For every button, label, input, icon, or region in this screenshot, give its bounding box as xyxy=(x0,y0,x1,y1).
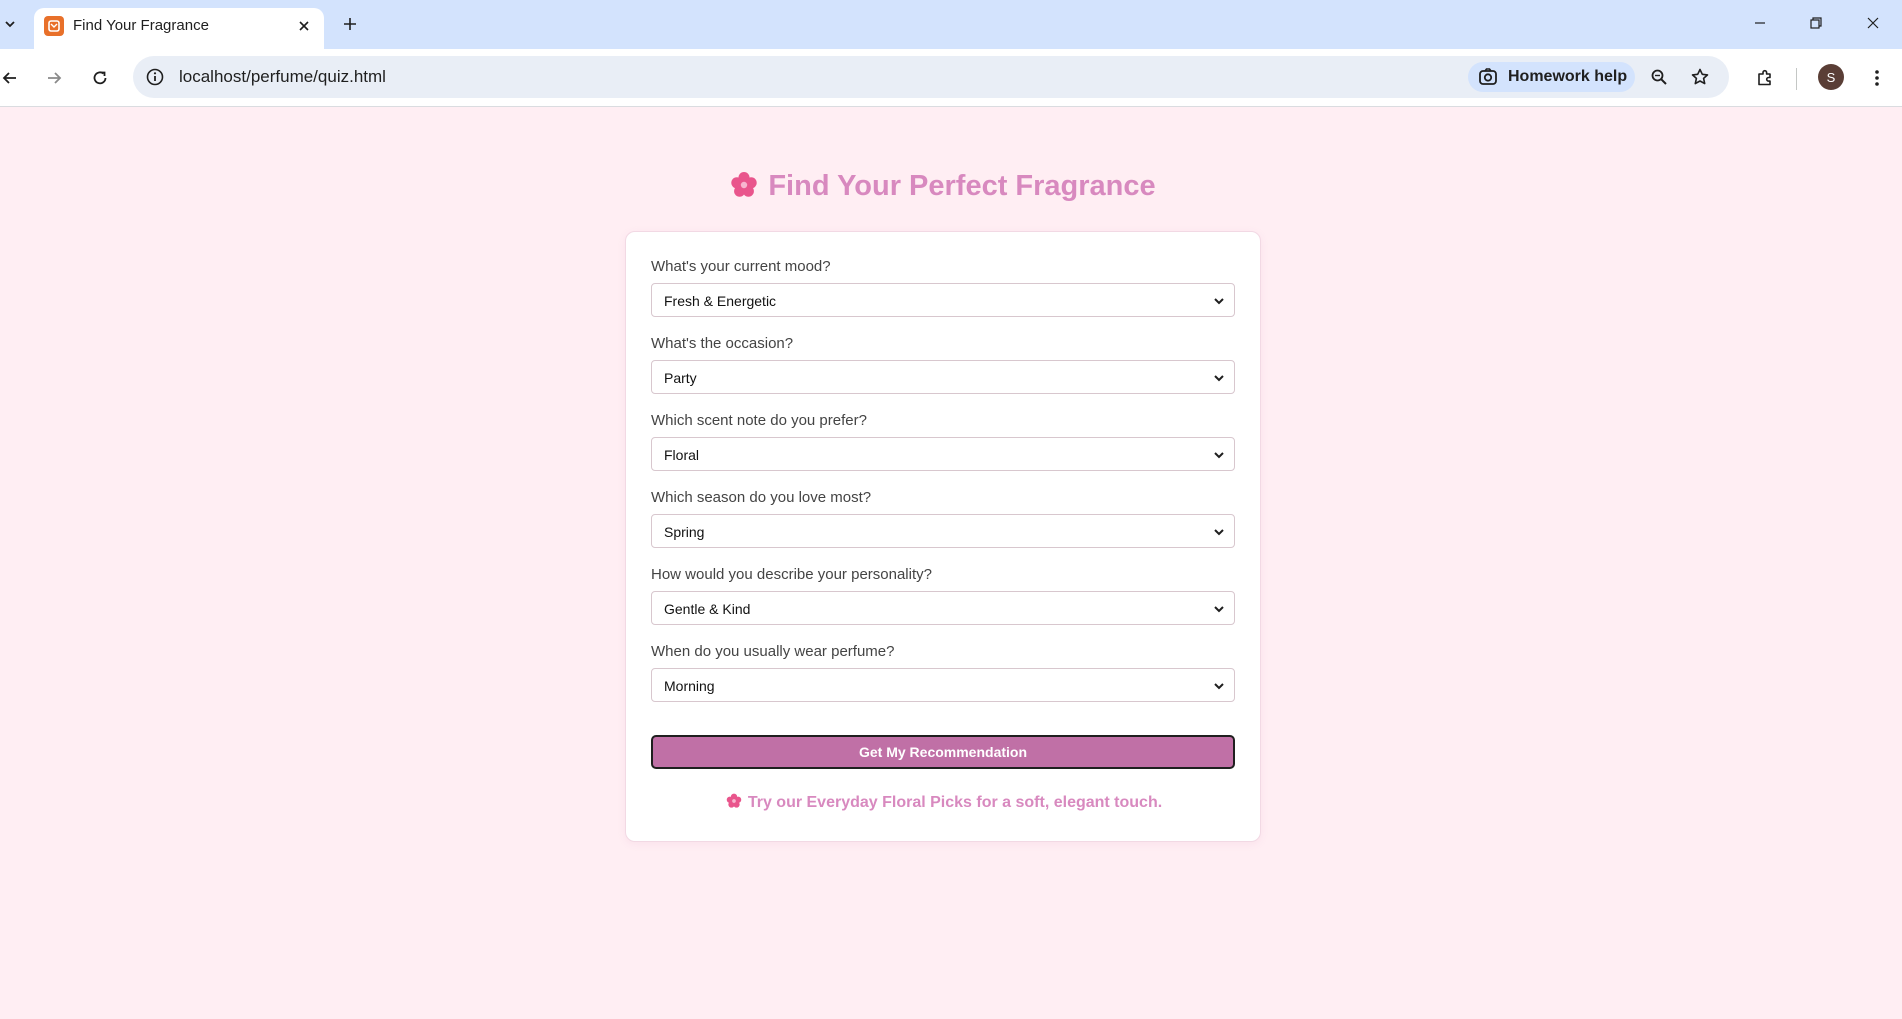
chevron-down-icon xyxy=(1214,606,1224,613)
tab-search-chevron-icon[interactable] xyxy=(0,10,20,38)
question-label-scent-note: Which scent note do you prefer? xyxy=(651,412,867,429)
mood-select[interactable]: Fresh & Energetic xyxy=(651,283,1235,317)
toolbar-divider xyxy=(1796,68,1797,90)
tab-title: Find Your Fragrance xyxy=(73,17,209,34)
favicon-icon xyxy=(44,16,64,36)
new-tab-plus-icon[interactable] xyxy=(338,12,362,36)
chevron-down-icon xyxy=(1214,375,1224,382)
homework-help-button[interactable]: Homework help xyxy=(1468,62,1635,92)
back-arrow-icon[interactable] xyxy=(0,64,24,92)
chevron-down-icon xyxy=(1214,298,1224,305)
url-text[interactable]: localhost/perfume/quiz.html xyxy=(179,67,386,87)
personality-select-value: Gentle & Kind xyxy=(664,601,751,617)
cherry-blossom-icon xyxy=(726,793,742,815)
occasion-select-value: Party xyxy=(664,370,697,386)
season-select-value: Spring xyxy=(664,524,705,540)
restore-icon[interactable] xyxy=(1796,10,1836,36)
chevron-down-icon xyxy=(1214,683,1224,690)
lens-camera-icon xyxy=(1479,68,1497,85)
site-info-icon[interactable] xyxy=(145,67,165,87)
season-select[interactable]: Spring xyxy=(651,514,1235,548)
address-bar[interactable]: localhost/perfume/quiz.html Homework hel… xyxy=(133,56,1729,98)
tab-close-icon[interactable] xyxy=(294,16,314,36)
recommendation-result: Try our Everyday Floral Picks for a soft… xyxy=(626,793,1262,815)
mood-select-value: Fresh & Energetic xyxy=(664,293,777,309)
browser-tab-active[interactable]: Find Your Fragrance xyxy=(34,8,324,49)
question-label-occasion: What's the occasion? xyxy=(651,335,794,352)
question-label-personality: How would you describe your personality? xyxy=(651,566,932,583)
occasion-select[interactable]: Party xyxy=(651,360,1235,394)
forward-arrow-icon[interactable] xyxy=(40,64,68,92)
extensions-puzzle-icon[interactable] xyxy=(1751,64,1779,92)
minimize-icon[interactable] xyxy=(1740,10,1780,36)
scent-note-select[interactable]: Floral xyxy=(651,437,1235,471)
browser-tab-strip: Find Your Fragrance xyxy=(0,0,1902,49)
more-menu-icon[interactable] xyxy=(1863,64,1891,92)
cherry-blossom-icon xyxy=(730,170,758,210)
personality-select[interactable]: Gentle & Kind xyxy=(651,591,1235,625)
homework-help-label: Homework help xyxy=(1508,68,1628,85)
zoom-icon[interactable] xyxy=(1645,63,1673,91)
page-title-text: Find Your Perfect Fragrance xyxy=(768,170,1156,202)
reload-icon[interactable] xyxy=(86,64,114,92)
recommendation-result-text: Try our Everyday Floral Picks for a soft… xyxy=(747,794,1163,811)
browser-toolbar: localhost/perfume/quiz.html Homework hel… xyxy=(0,49,1902,107)
question-label-wear-time: When do you usually wear perfume? xyxy=(651,643,895,660)
close-window-icon[interactable] xyxy=(1853,10,1893,36)
page-title: Find Your Perfect Fragrance xyxy=(0,166,1886,210)
bookmark-star-icon[interactable] xyxy=(1686,63,1714,91)
wear-time-select-value: Morning xyxy=(664,678,715,694)
get-recommendation-button[interactable]: Get My Recommendation xyxy=(651,735,1235,769)
quiz-card: What's your current mood? Fresh & Energe… xyxy=(625,231,1261,842)
question-label-mood: What's your current mood? xyxy=(651,258,831,275)
wear-time-select[interactable]: Morning xyxy=(651,668,1235,702)
profile-avatar[interactable]: S xyxy=(1818,64,1844,90)
question-label-season: Which season do you love most? xyxy=(651,489,872,506)
scent-note-select-value: Floral xyxy=(664,447,700,463)
chevron-down-icon xyxy=(1214,529,1224,536)
chevron-down-icon xyxy=(1214,452,1224,459)
